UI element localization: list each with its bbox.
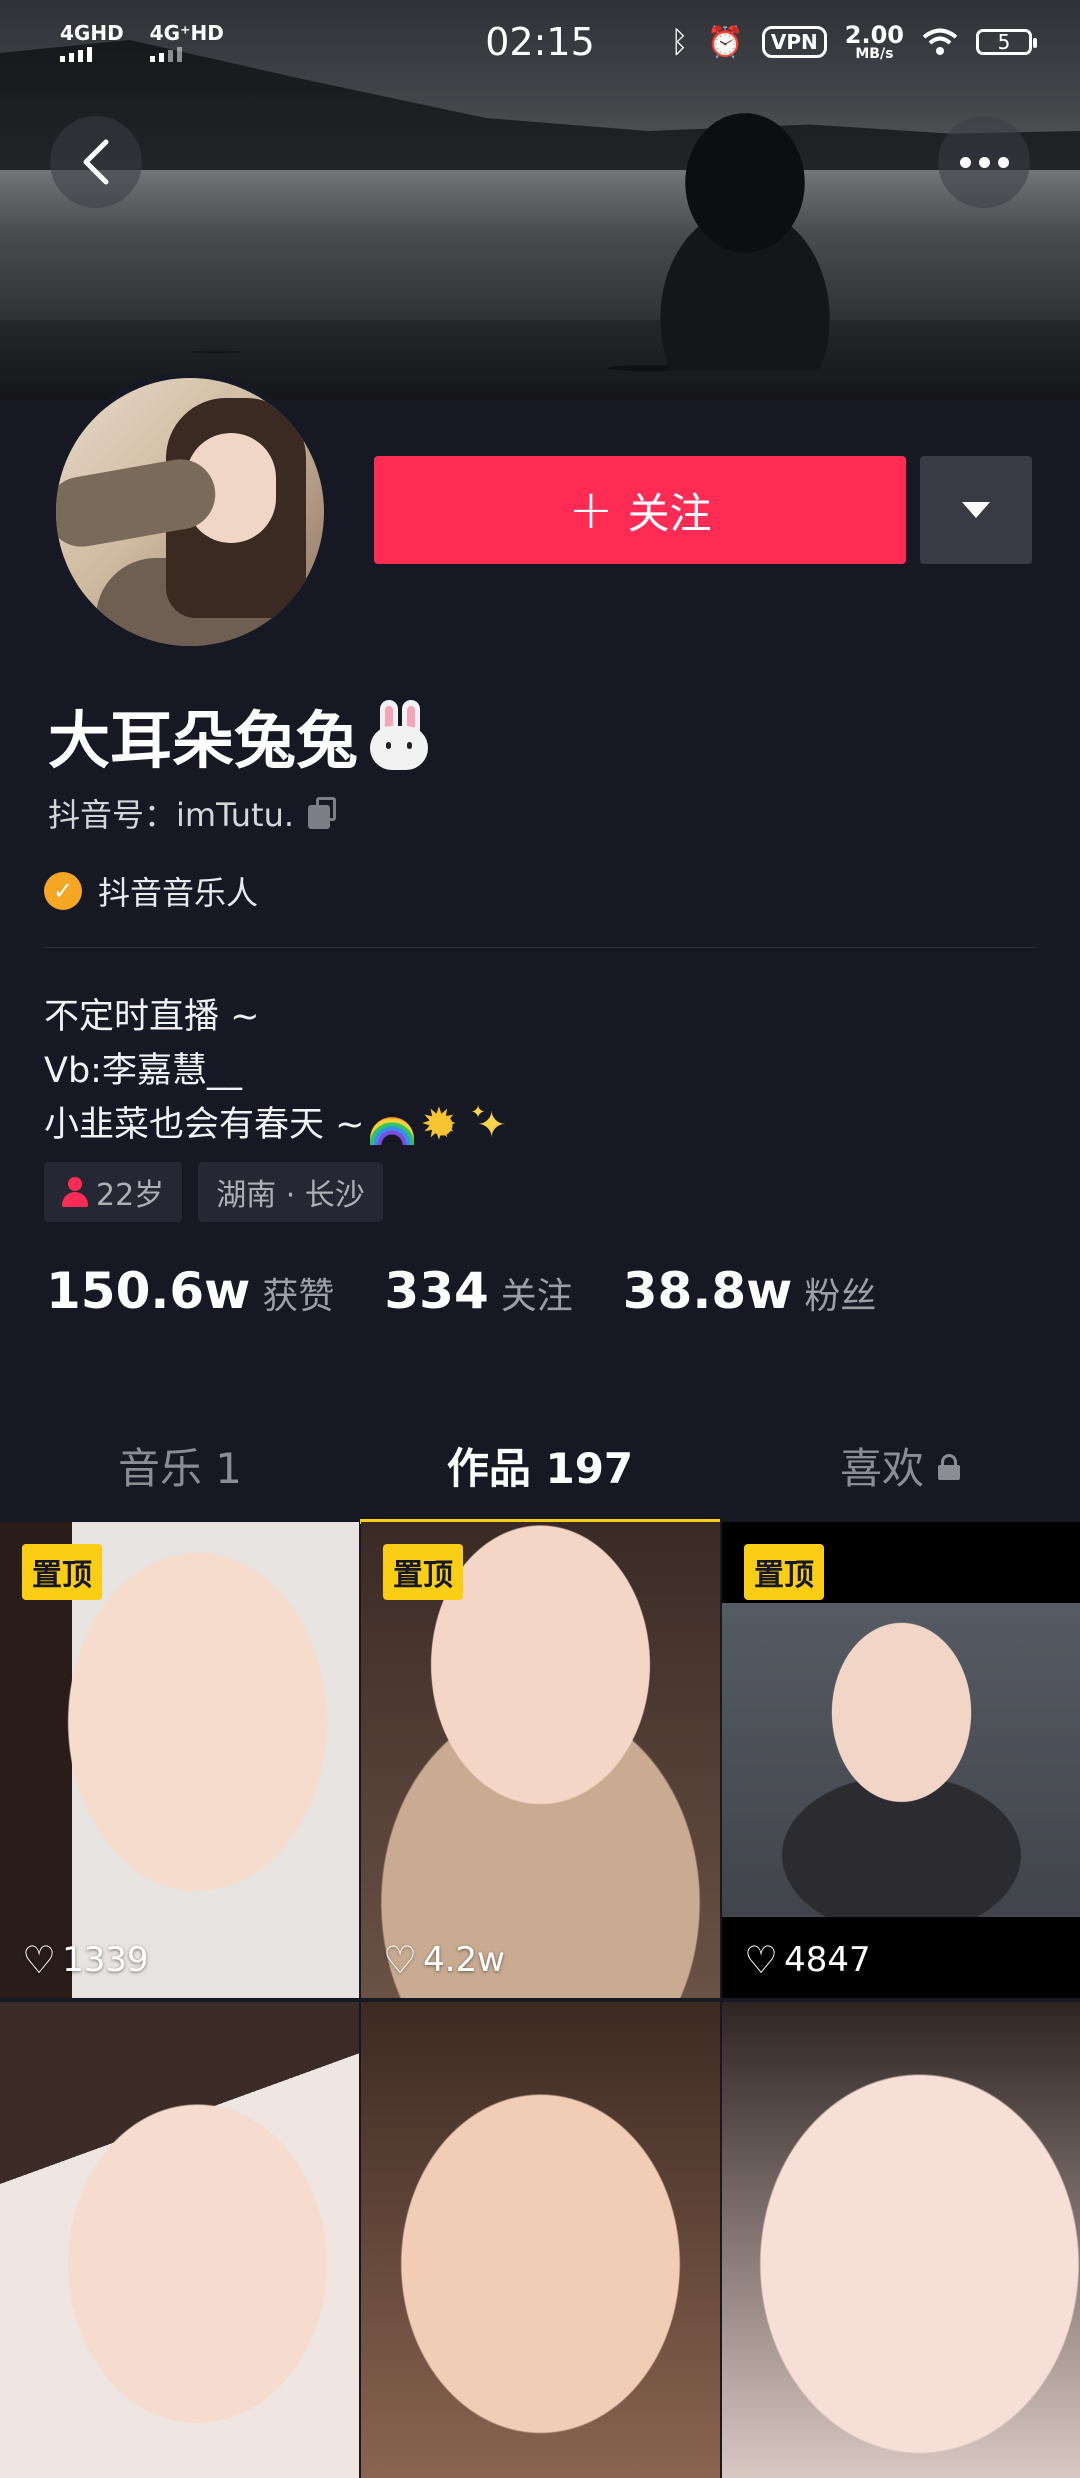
bio-line: 不定时直播 ~ bbox=[44, 997, 260, 1037]
content-tabs: 音乐 1 作品 197 喜欢 bbox=[0, 1410, 1080, 1524]
follow-label: 关注 bbox=[627, 488, 712, 538]
sparkles-emoji-icon bbox=[470, 1093, 514, 1151]
more-icon bbox=[959, 156, 1009, 168]
profile-tags: 22岁 湖南 · 长沙 bbox=[44, 1162, 383, 1222]
bio-line: Vb:李嘉慧__ bbox=[44, 1051, 242, 1091]
location-tag: 湖南 · 长沙 bbox=[198, 1162, 383, 1222]
video-thumbnail[interactable] bbox=[722, 2002, 1080, 2478]
stat-following[interactable]: 334 关注 bbox=[384, 1262, 572, 1320]
video-grid: 置顶 ♡ 1339 置顶 ♡ 4.2w 置顶 ♡ 4847 bbox=[0, 1522, 1080, 2478]
follow-button[interactable]: + 关注 bbox=[374, 456, 906, 564]
pinned-badge: 置顶 bbox=[22, 1544, 102, 1600]
like-count: ♡ 4.2w bbox=[383, 1938, 505, 1982]
more-button[interactable] bbox=[938, 116, 1030, 208]
video-thumbnail[interactable]: 置顶 ♡ 1339 bbox=[0, 1522, 359, 1998]
battery-icon: 5 bbox=[976, 29, 1037, 55]
copy-icon[interactable] bbox=[308, 797, 338, 829]
status-bar: 4GHD 4G⁺HD 02:15 ᛒ ⏰ VPN 2.00 MB/s 5 bbox=[0, 0, 1080, 84]
stat-followers[interactable]: 38.8w 粉丝 bbox=[623, 1262, 877, 1320]
sun-emoji-icon bbox=[420, 1099, 465, 1151]
age-tag: 22岁 bbox=[44, 1162, 183, 1222]
like-count: ♡ 1339 bbox=[22, 1938, 149, 1982]
tab-works[interactable]: 作品 197 bbox=[360, 1410, 720, 1524]
back-button[interactable] bbox=[50, 116, 142, 208]
verification-badge[interactable]: ✓ 抖音音乐人 bbox=[44, 868, 258, 914]
pinned-badge: 置顶 bbox=[383, 1544, 463, 1600]
rainbow-emoji-icon bbox=[370, 1117, 415, 1145]
recommend-dropdown-button[interactable] bbox=[920, 456, 1032, 564]
video-thumbnail[interactable]: 置顶 ♡ 4.2w bbox=[361, 1522, 720, 1998]
bio: 不定时直播 ~ Vb:李嘉慧__ 小韭菜也会有春天 ~ bbox=[44, 990, 514, 1152]
video-thumbnail[interactable] bbox=[361, 2002, 720, 2478]
tab-likes[interactable]: 喜欢 bbox=[720, 1410, 1080, 1520]
like-count: ♡ 4847 bbox=[744, 1938, 871, 1982]
back-icon bbox=[83, 139, 109, 185]
dropdown-icon bbox=[962, 502, 990, 518]
douyin-id: 抖音号：imTutu. bbox=[48, 790, 338, 836]
stat-likes[interactable]: 150.6w 获赞 bbox=[46, 1262, 334, 1320]
person-icon bbox=[62, 1177, 88, 1207]
video-thumbnail[interactable]: 置顶 ♡ 4847 bbox=[722, 1522, 1080, 1998]
clock: 02:15 bbox=[485, 20, 595, 64]
plus-icon: + bbox=[568, 478, 614, 541]
heart-icon: ♡ bbox=[744, 1938, 779, 1982]
rabbit-emoji-icon bbox=[366, 700, 432, 770]
profile-stats: 150.6w 获赞 334 关注 38.8w 粉丝 bbox=[46, 1262, 876, 1320]
lock-icon bbox=[938, 1454, 960, 1480]
tab-music[interactable]: 音乐 1 bbox=[0, 1410, 360, 1520]
heart-icon: ♡ bbox=[383, 1938, 418, 1982]
nickname: 大耳朵兔兔 bbox=[48, 690, 432, 780]
divider bbox=[44, 947, 1036, 948]
verified-icon: ✓ bbox=[44, 872, 82, 910]
bio-line-emoji: 小韭菜也会有春天 ~ bbox=[44, 1093, 514, 1152]
pinned-badge: 置顶 bbox=[744, 1544, 824, 1600]
heart-icon: ♡ bbox=[22, 1938, 57, 1982]
avatar[interactable] bbox=[50, 372, 330, 652]
video-thumbnail[interactable] bbox=[0, 2002, 359, 2478]
